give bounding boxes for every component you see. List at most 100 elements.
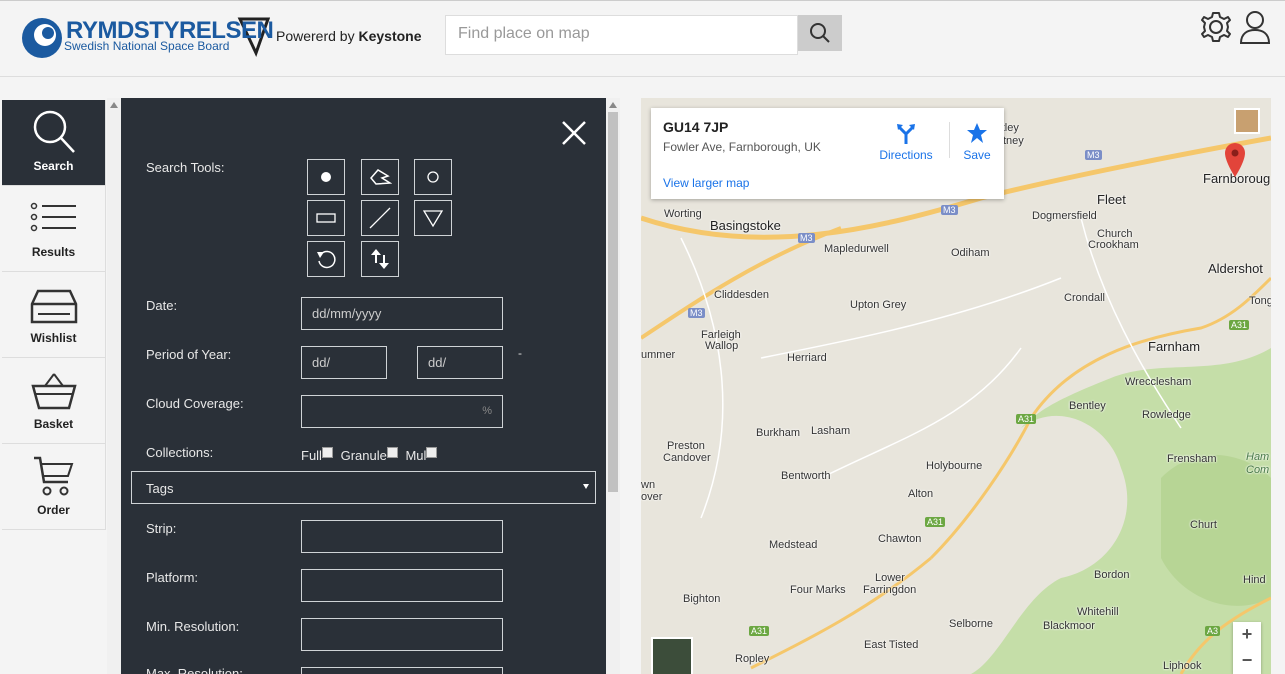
road-m3: M3 bbox=[1085, 150, 1102, 160]
tool-upload-button[interactable] bbox=[361, 241, 399, 277]
tool-line-button[interactable] bbox=[361, 200, 399, 236]
sidebar-item-basket[interactable]: Basket bbox=[2, 358, 106, 444]
view-larger-map-link[interactable]: View larger map bbox=[663, 176, 749, 190]
map-search-button[interactable] bbox=[798, 15, 842, 51]
period-to-input[interactable]: dd/ bbox=[417, 346, 503, 379]
circle-icon bbox=[427, 171, 439, 183]
place-worting: Worting bbox=[664, 208, 702, 220]
period-separator: - bbox=[518, 346, 522, 360]
sidebar-scrollbar[interactable] bbox=[107, 98, 121, 674]
place-cliddesden: Cliddesden bbox=[714, 289, 770, 301]
star-icon bbox=[967, 123, 987, 143]
directions-label: Directions bbox=[879, 148, 933, 162]
place-crondall: Crondall bbox=[1064, 292, 1105, 304]
satellite-toggle[interactable] bbox=[651, 637, 693, 674]
panel-scrollbar[interactable] bbox=[606, 98, 620, 674]
sidebar-item-label: Results bbox=[31, 245, 76, 259]
triangle-icon bbox=[422, 210, 444, 228]
sidebar-item-results[interactable]: Results bbox=[2, 186, 106, 272]
tool-circle-button[interactable] bbox=[414, 159, 452, 195]
place-basingstoke: Basingstoke bbox=[710, 218, 781, 233]
max-resolution-label: Max. Resolution: bbox=[146, 666, 243, 674]
tool-rectangle-button[interactable] bbox=[307, 200, 345, 236]
place-lower: Lower bbox=[875, 572, 905, 584]
collection-mul-checkbox[interactable] bbox=[426, 447, 438, 458]
map-pin-icon[interactable] bbox=[1224, 142, 1246, 178]
gear-icon[interactable] bbox=[1199, 10, 1233, 44]
strip-label: Strip: bbox=[146, 521, 177, 536]
place-address: Fowler Ave, Farnborough, UK bbox=[663, 140, 821, 154]
rectangle-icon bbox=[316, 213, 336, 223]
save-button[interactable]: Save bbox=[956, 122, 998, 162]
scrollbar-thumb[interactable] bbox=[608, 112, 618, 492]
cloud-label: Cloud Coverage: bbox=[146, 396, 244, 411]
place-tong: Tong bbox=[1249, 295, 1271, 307]
map-search-input[interactable]: Find place on map bbox=[445, 15, 798, 55]
zoom-out-button[interactable]: − bbox=[1233, 648, 1261, 674]
search-panel: Search Tools: Date: dd/mm/yyyy Period of… bbox=[121, 98, 606, 674]
place-lasham: Lasham bbox=[811, 425, 851, 437]
max-resolution-input[interactable] bbox=[301, 667, 503, 674]
road-a31: A31 bbox=[1229, 320, 1250, 330]
logo-sub-text: Swedish National Space Board bbox=[64, 39, 230, 53]
cloud-coverage-input[interactable]: % bbox=[301, 395, 503, 428]
sidebar: Search Results Wishlist Basket Order bbox=[2, 100, 106, 530]
swap-arrows-icon bbox=[371, 249, 389, 269]
place-ham: Ham bbox=[1246, 451, 1270, 463]
date-placeholder: dd/mm/yyyy bbox=[312, 306, 382, 321]
strip-input[interactable] bbox=[301, 520, 503, 553]
place-four-marks: Four Marks bbox=[790, 584, 846, 596]
place-hind: Hind bbox=[1243, 574, 1266, 586]
tool-triangle-button[interactable] bbox=[414, 200, 452, 236]
powered-brand: Keystone bbox=[358, 28, 422, 44]
zoom-in-button[interactable]: + bbox=[1233, 622, 1261, 648]
divider bbox=[949, 122, 950, 158]
collection-granule-label: Granule bbox=[340, 448, 387, 463]
road-a31: A31 bbox=[1016, 414, 1037, 424]
user-icon[interactable] bbox=[1238, 9, 1272, 45]
platform-label: Platform: bbox=[146, 570, 199, 585]
tool-point-button[interactable] bbox=[307, 159, 345, 195]
road-a31: A31 bbox=[925, 517, 946, 527]
place-bighton: Bighton bbox=[683, 593, 721, 605]
tags-dropdown[interactable]: Tags bbox=[131, 471, 596, 504]
sidebar-item-order[interactable]: Order bbox=[2, 444, 106, 530]
place-herriard: Herriard bbox=[787, 352, 827, 364]
collection-granule-checkbox[interactable] bbox=[386, 447, 398, 458]
directions-icon bbox=[897, 124, 915, 144]
min-resolution-label: Min. Resolution: bbox=[146, 619, 240, 634]
zoom-control: + − bbox=[1233, 622, 1261, 674]
directions-button[interactable]: Directions bbox=[876, 122, 936, 162]
sidebar-item-search[interactable]: Search bbox=[2, 100, 106, 186]
map-view[interactable]: Hartley Wintney Fleet Farnboroug Worting… bbox=[641, 98, 1271, 674]
road-m3: M3 bbox=[688, 308, 705, 318]
street-view-thumbnail[interactable] bbox=[1234, 108, 1260, 134]
road-m3: M3 bbox=[798, 233, 815, 243]
place-bentley: Bentley bbox=[1069, 400, 1106, 412]
place-rowledge: Rowledge bbox=[1142, 409, 1191, 421]
period-from-placeholder: dd/ bbox=[312, 355, 331, 370]
app-header: RYMDSTYRELSEN Swedish National Space Boa… bbox=[0, 0, 1285, 77]
place-preston: Preston bbox=[667, 440, 705, 452]
collection-full-checkbox[interactable] bbox=[321, 447, 333, 458]
tool-polygon-button[interactable] bbox=[361, 159, 399, 195]
platform-input[interactable] bbox=[301, 569, 503, 602]
place-crookham: Crookham bbox=[1088, 239, 1139, 251]
rymdstyrelsen-logo[interactable]: RYMDSTYRELSEN Swedish National Space Boa… bbox=[20, 15, 274, 61]
min-resolution-input[interactable] bbox=[301, 618, 503, 651]
date-input[interactable]: dd/mm/yyyy bbox=[301, 297, 503, 330]
scroll-up-arrow[interactable] bbox=[110, 102, 118, 108]
period-from-input[interactable]: dd/ bbox=[301, 346, 387, 379]
basket-icon bbox=[30, 373, 77, 410]
tray-icon bbox=[30, 289, 77, 324]
place-aldershot: Aldershot bbox=[1208, 261, 1263, 276]
place-upton-grey: Upton Grey bbox=[850, 299, 907, 311]
close-icon[interactable] bbox=[559, 118, 589, 148]
sidebar-item-wishlist[interactable]: Wishlist bbox=[2, 272, 106, 358]
place-farnham: Farnham bbox=[1148, 339, 1201, 354]
cloud-unit: % bbox=[482, 405, 492, 417]
scroll-up-arrow[interactable] bbox=[609, 102, 617, 108]
place-east-tisted: East Tisted bbox=[864, 639, 919, 651]
tool-reset-button[interactable] bbox=[307, 241, 345, 277]
place-dogmersfield: Dogmersfield bbox=[1032, 210, 1097, 222]
